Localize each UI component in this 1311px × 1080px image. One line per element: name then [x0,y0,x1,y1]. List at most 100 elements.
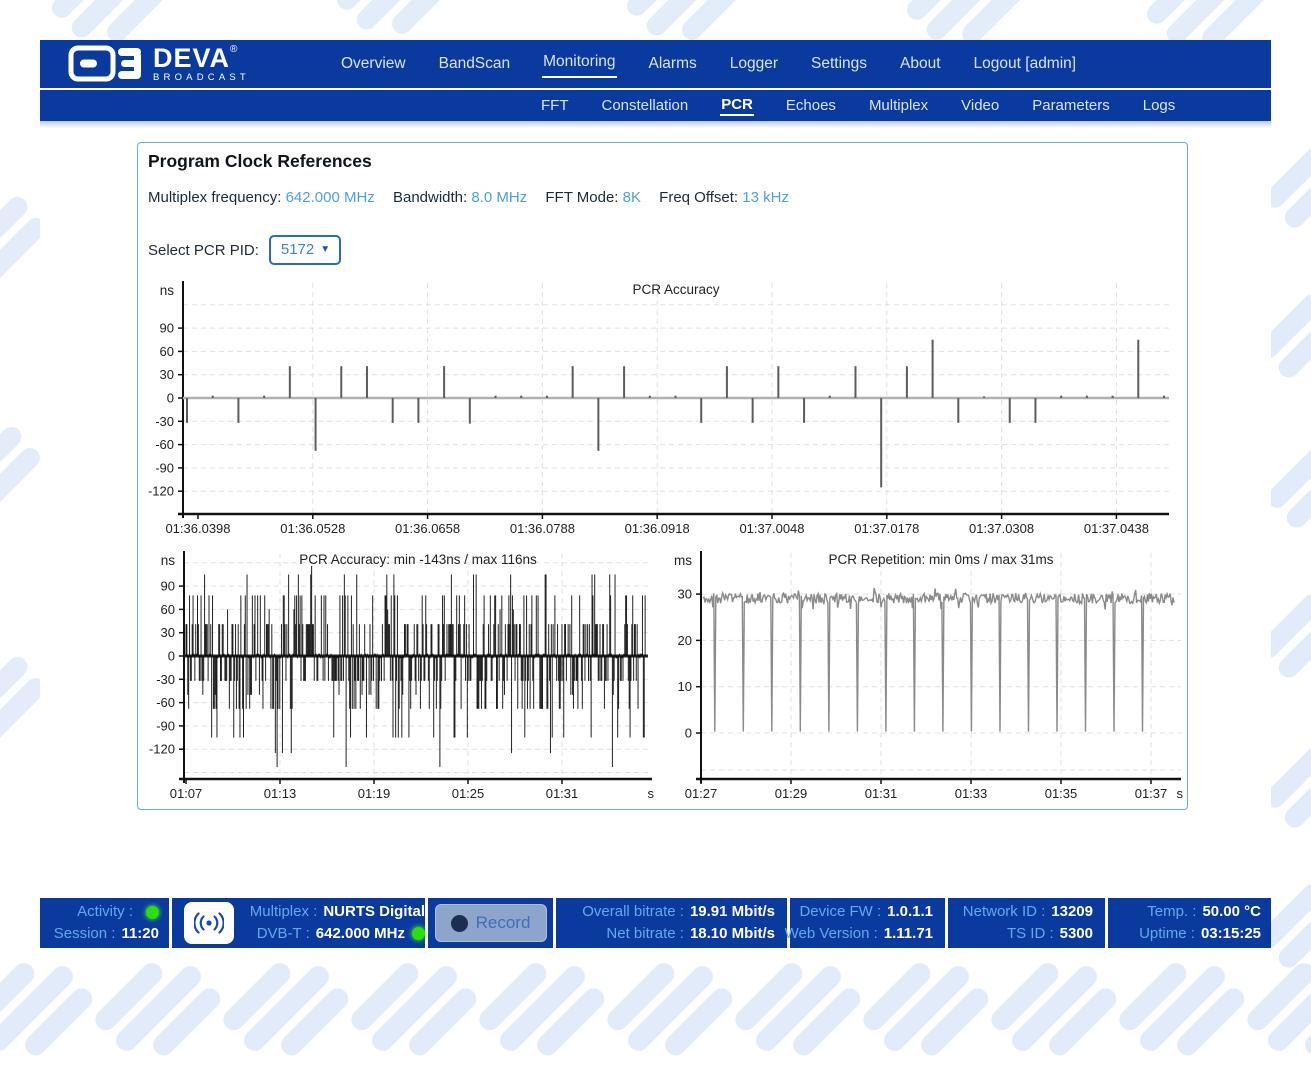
svg-text:01:36.0658: 01:36.0658 [395,521,460,536]
deva-watermark [88,938,225,1080]
subnav-item-logs[interactable]: Logs [1142,96,1177,115]
chevron-down-icon: ▼ [320,244,330,255]
net-bitrate-value: 18.10 Mbit/s [690,923,775,945]
pcr-panel: Program Clock References Multiplex frequ… [137,142,1188,810]
svg-text:10: 10 [678,679,692,694]
dvbt-value: 642.000 MHz [316,923,405,945]
antenna-icon [184,902,234,944]
svg-text:PCR Accuracy: min -143ns / max: PCR Accuracy: min -143ns / max 116ns [299,552,537,567]
nav-item-monitoring[interactable]: Monitoring [542,50,616,78]
deva-watermark [1112,938,1249,1080]
deva-watermark [472,938,609,1080]
svg-text:-120: -120 [148,484,174,499]
subnav-item-echoes[interactable]: Echoes [785,96,837,115]
activity-green-dot-icon [146,906,159,919]
mux-info-line: Multiplex frequency: 642.000 MHz Bandwid… [148,189,803,206]
pcr-accuracy-chart: 9060300-30-60-90-12001:36.039801:36.0528… [143,281,1183,541]
svg-text:-30: -30 [155,414,174,429]
svg-text:01:36.0528: 01:36.0528 [280,521,345,536]
activity-label: Activity : [77,901,133,923]
deva-logo: DEVA® BROADCAST [68,44,250,84]
multiplex-value: NURTS Digital [323,901,425,923]
temp-label: Temp. : [1147,901,1196,923]
nav-item-logger[interactable]: Logger [729,52,779,76]
svg-text:-60: -60 [155,437,174,452]
app-frame: DEVA® BROADCAST Overview BandScan Monito… [40,40,1271,948]
deva-watermark [856,938,993,1080]
deva-watermark [0,400,44,535]
sub-nav: FFT Constellation PCR Echoes Multiplex V… [40,88,1271,121]
svg-text:01:37.0308: 01:37.0308 [969,521,1034,536]
deva-watermark [728,938,865,1080]
nav-item-bandscan[interactable]: BandScan [438,52,512,76]
svg-text:60: 60 [161,602,175,617]
deva-watermark [1240,938,1311,1080]
dvbt-label: DVB-T : [257,923,310,945]
pid-select-row: Select PCR PID: 5172 ▼ [148,235,341,265]
nav-menu: Overview BandScan Monitoring Alarms Logg… [340,40,1077,88]
status-cell-firmware: Device FW :1.0.1.1 Web Version :1.11.71 [790,898,948,948]
svg-text:01:36.0918: 01:36.0918 [625,521,690,536]
svg-text:01:37.0048: 01:37.0048 [739,521,804,536]
deva-watermark [344,938,481,1080]
svg-text:20: 20 [678,633,692,648]
pid-select-label: Select PCR PID: [148,242,259,259]
logo-sub: BROADCAST [153,73,250,83]
pcr-pid-select[interactable]: 5172 ▼ [269,235,341,265]
svg-text:01:13: 01:13 [264,786,297,801]
subnav-item-multiplex[interactable]: Multiplex [868,96,929,115]
fft-mode-label: FFT Mode: [545,189,618,206]
svg-text:ns: ns [160,283,175,298]
nav-shadow [40,121,1271,128]
network-id-label: Network ID : [963,901,1046,923]
svg-text:s: s [1177,786,1184,801]
overall-bitrate-label: Overall bitrate : [582,901,684,923]
subnav-item-video[interactable]: Video [960,96,1000,115]
pcr-accuracy-history-chart: 9060300-30-60-90-12001:0701:1301:1901:25… [143,551,663,809]
mux-freq-label: Multiplex frequency: [148,189,281,206]
svg-text:01:07: 01:07 [170,786,203,801]
svg-text:30: 30 [678,587,692,602]
svg-text:0: 0 [168,649,175,664]
svg-text:01:37: 01:37 [1135,786,1168,801]
freq-offset-value: 13 kHz [742,189,789,206]
status-cell-record: Record [428,898,556,948]
uptime-label: Uptime : [1139,923,1195,945]
record-button-label: Record [476,913,531,933]
svg-text:PCR Accuracy: PCR Accuracy [632,282,719,297]
svg-text:01:31: 01:31 [865,786,898,801]
uptime-value: 03:15:25 [1201,923,1261,945]
bandwidth-label: Bandwidth: [393,189,467,206]
pcr-repetition-chart: 302010001:2701:2901:3101:3301:3501:37mss… [659,551,1183,809]
svg-text:01:33: 01:33 [955,786,988,801]
multiplex-label: Multiplex : [250,901,318,923]
nav-item-logout[interactable]: Logout [admin] [973,52,1078,76]
subnav-item-constellation[interactable]: Constellation [601,96,690,115]
session-value: 11:20 [121,923,159,945]
svg-text:-120: -120 [149,742,175,757]
subnav-item-parameters[interactable]: Parameters [1031,96,1111,115]
status-cell-bitrate: Overall bitrate :19.91 Mbit/s Net bitrat… [556,898,790,948]
nav-item-settings[interactable]: Settings [810,52,868,76]
subnav-item-fft[interactable]: FFT [540,96,570,115]
svg-text:ms: ms [674,553,692,568]
subnav-item-pcr[interactable]: PCR [720,95,754,116]
svg-text:ns: ns [161,553,176,568]
nav-item-about[interactable]: About [899,52,942,76]
nav-item-overview[interactable]: Overview [340,52,407,76]
svg-text:01:36.0398: 01:36.0398 [165,521,230,536]
web-version-label: Web Version : [785,923,878,945]
svg-text:30: 30 [160,367,174,382]
mux-freq-value: 642.000 MHz [286,189,375,206]
device-fw-value: 1.0.1.1 [887,901,933,923]
pcr-pid-value: 5172 [281,241,314,258]
deva-watermark [0,938,97,1080]
deva-watermark [984,938,1121,1080]
nav-item-alarms[interactable]: Alarms [648,52,698,76]
svg-text:01:35: 01:35 [1045,786,1078,801]
svg-text:01:27: 01:27 [685,786,718,801]
device-fw-label: Device FW : [799,901,881,923]
svg-text:-90: -90 [155,460,174,475]
bandwidth-value: 8.0 MHz [471,189,527,206]
record-button[interactable]: Record [435,904,547,942]
